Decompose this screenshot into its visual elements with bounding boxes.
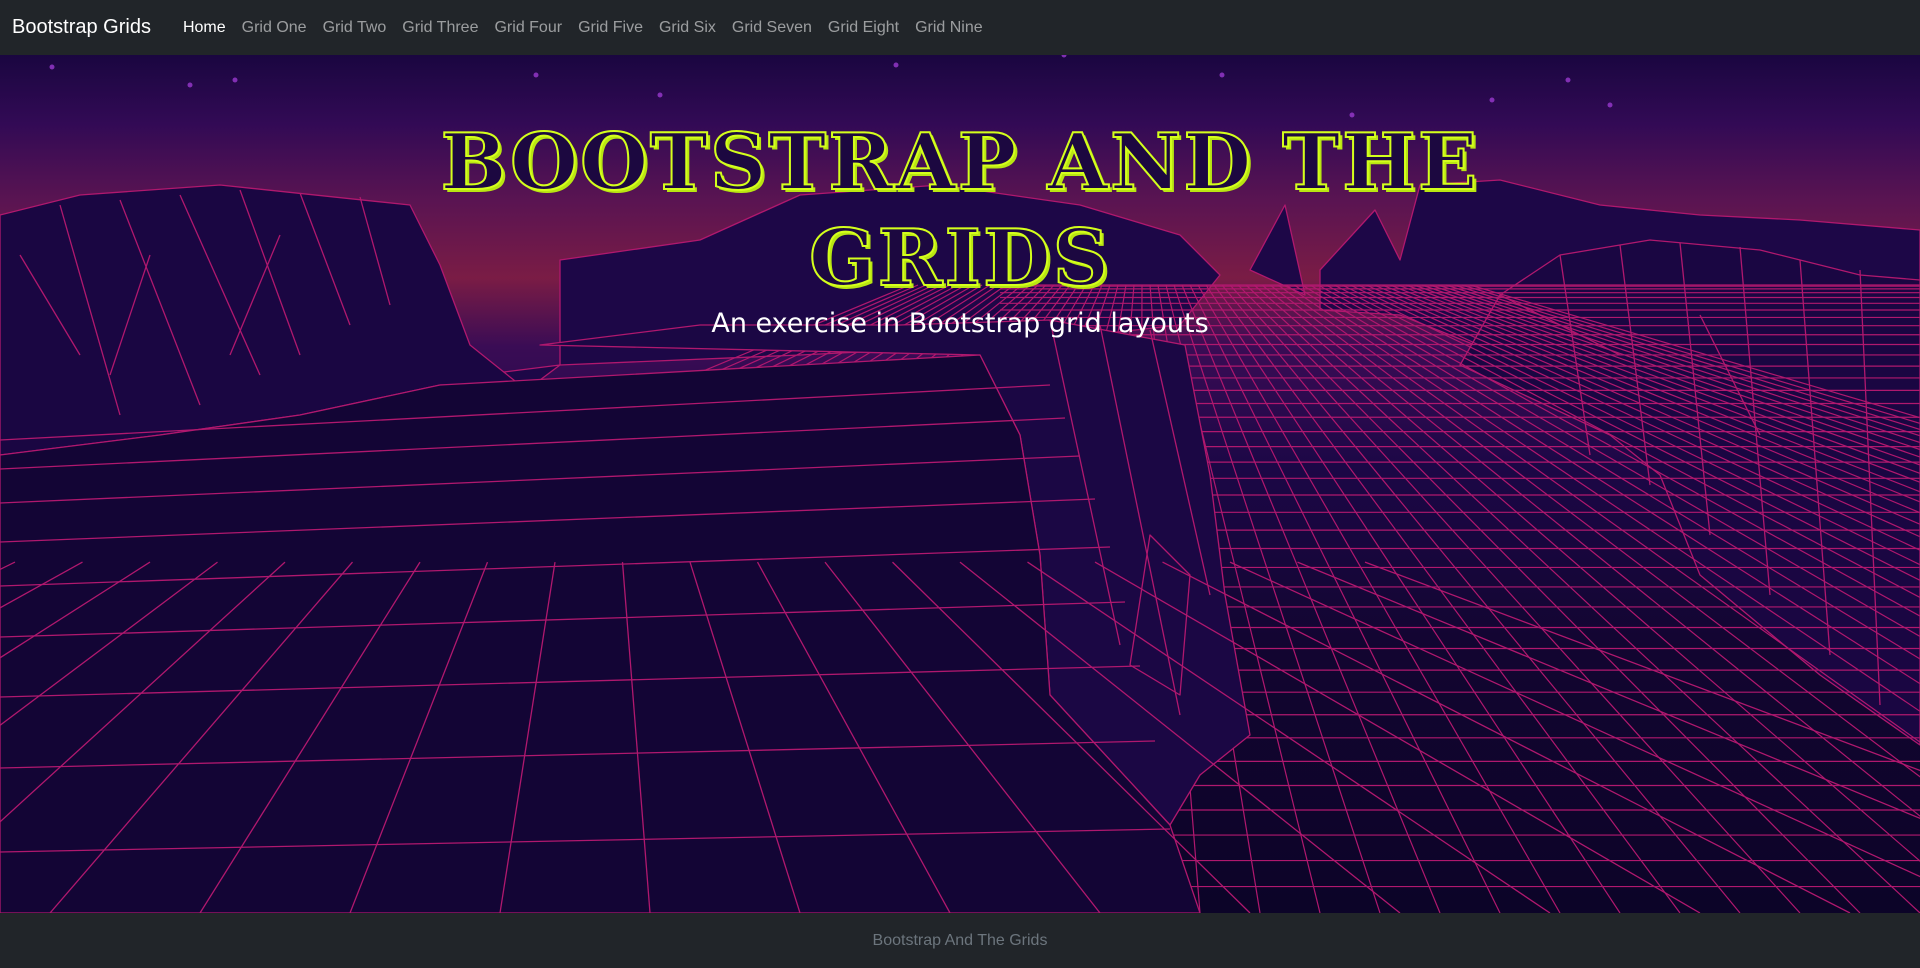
nav-link-grid-three[interactable]: Grid Three [394, 19, 486, 37]
hero-title: BOOTSTRAP AND THE GRIDS [0, 115, 1920, 307]
nav-link-grid-nine[interactable]: Grid Nine [907, 19, 991, 37]
navbar: Bootstrap Grids Home Grid One Grid Two G… [0, 0, 1920, 55]
nav-link-home[interactable]: Home [175, 19, 234, 37]
footer-text: Bootstrap And The Grids [872, 931, 1048, 949]
nav-link-grid-six[interactable]: Grid Six [651, 19, 724, 37]
nav-link-grid-four[interactable]: Grid Four [486, 19, 570, 37]
stars-decoration [49, 55, 1613, 118]
nav-link-grid-five[interactable]: Grid Five [570, 19, 651, 37]
footer: Bootstrap And The Grids [0, 913, 1920, 968]
navbar-brand[interactable]: Bootstrap Grids [12, 16, 151, 39]
hero-section: BOOTSTRAP AND THE GRIDS An exercise in B… [0, 55, 1920, 913]
hero-subtitle: An exercise in Bootstrap grid layouts [711, 308, 1209, 339]
nav-link-grid-seven[interactable]: Grid Seven [724, 19, 820, 37]
nav-list: Home Grid One Grid Two Grid Three Grid F… [175, 19, 991, 37]
nav-link-grid-one[interactable]: Grid One [234, 19, 315, 37]
hero-title-line-1: BOOTSTRAP AND THE [440, 116, 1480, 209]
nav-link-grid-eight[interactable]: Grid Eight [820, 19, 907, 37]
nav-link-grid-two[interactable]: Grid Two [315, 19, 395, 37]
hero-title-line-2: GRIDS [808, 212, 1111, 305]
